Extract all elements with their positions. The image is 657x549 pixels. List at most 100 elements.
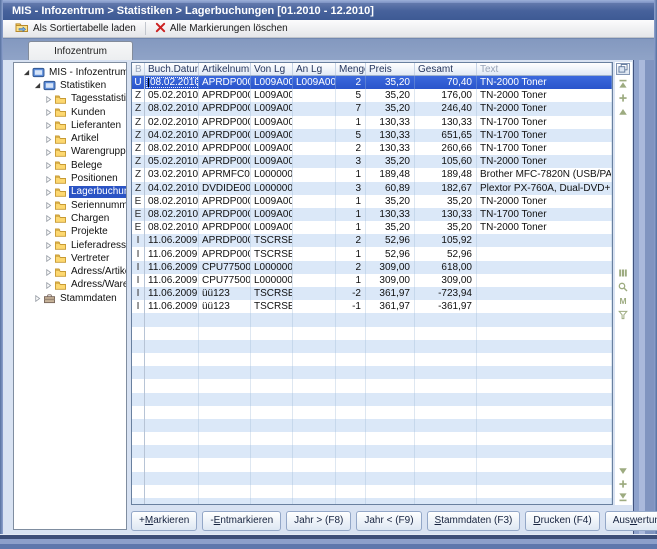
cell-menge[interactable]: 1	[336, 221, 366, 234]
cell-b[interactable]: I	[132, 234, 145, 247]
cell-artikel[interactable]: APRDP00001	[199, 102, 251, 115]
cell-artikel[interactable]: APRDP00001	[199, 195, 251, 208]
cell-an[interactable]: L009A002	[293, 76, 336, 89]
cell-preis[interactable]: 35,20	[366, 221, 415, 234]
cell-preis[interactable]: 35,20	[366, 195, 415, 208]
cell-an[interactable]	[293, 261, 336, 274]
cell-an[interactable]	[293, 247, 336, 260]
cell-datum[interactable]: 11.06.2009 /Do	[145, 274, 199, 287]
cell-preis[interactable]: 35,20	[366, 155, 415, 168]
tree-item-lieferadressen[interactable]: Lieferadressen	[14, 239, 126, 252]
cell-datum[interactable]: 08.02.2010 /Mo	[145, 221, 199, 234]
cell-text[interactable]	[477, 287, 612, 300]
expand-arrow-closed-icon[interactable]	[33, 295, 42, 302]
cell-datum[interactable]: 11.06.2009 /Do	[145, 261, 199, 274]
cell-text[interactable]: TN-2000 Toner	[477, 155, 612, 168]
cell-b[interactable]: I	[132, 274, 145, 287]
cell-gesamt[interactable]: 130,33	[415, 208, 477, 221]
cell-von[interactable]: L009A002	[251, 195, 293, 208]
table-row[interactable]: E08.02.2010 /MoAPRDP00002L009A0011130,33…	[132, 208, 612, 221]
tree-item-adress-artikel[interactable]: Adress/Artikel	[14, 265, 126, 278]
table-row[interactable]: E08.02.2010 /MoAPRDP00003L009A002135,203…	[132, 221, 612, 234]
cell-gesamt[interactable]: 651,65	[415, 129, 477, 142]
cell-menge[interactable]: 5	[336, 129, 366, 142]
cell-gesamt[interactable]: 105,92	[415, 234, 477, 247]
cell-text[interactable]: Plextor PX-760A, Dual-DVD+R/-+RW, 18/18x…	[477, 182, 612, 195]
cell-text[interactable]	[477, 261, 612, 274]
markieren-button[interactable]: + Markieren	[131, 511, 197, 531]
cell-preis[interactable]: 130,33	[366, 208, 415, 221]
entmarkieren-button[interactable]: - Entmarkieren	[202, 511, 281, 531]
table-row[interactable]: I11.06.2009 /DoCPU77500007L00000012309,0…	[132, 261, 612, 274]
load-sort-table-button[interactable]: Als Sortiertabelle laden	[11, 21, 140, 37]
cell-von[interactable]: L009A001	[251, 208, 293, 221]
cell-von[interactable]: L009A001	[251, 129, 293, 142]
table-row[interactable]: U08.02.2010APRDP00001L009A001L009A002235…	[132, 76, 612, 89]
table-row[interactable]: Z03.02.2010 /MiAPRMFC00001L00000011189,4…	[132, 168, 612, 181]
cell-an[interactable]	[293, 195, 336, 208]
cell-gesamt[interactable]: 309,00	[415, 274, 477, 287]
cell-menge[interactable]: 1	[336, 274, 366, 287]
cell-text[interactable]: TN-1700 Toner	[477, 208, 612, 221]
cell-preis[interactable]: 309,00	[366, 261, 415, 274]
cell-datum[interactable]: 11.06.2009 /Do	[145, 300, 199, 313]
tree-item-adress-warengruppen[interactable]: Adress/Warengruppen	[14, 279, 126, 292]
cell-text[interactable]: TN-2000 Toner	[477, 76, 612, 89]
cell-artikel[interactable]: APRDP00002	[199, 129, 251, 142]
cell-datum[interactable]: 05.02.2010 /Fr	[145, 89, 199, 102]
cell-menge[interactable]: 3	[336, 182, 366, 195]
cell-menge[interactable]: 2	[336, 76, 366, 89]
cell-datum[interactable]: 11.06.2009 /Do	[145, 247, 199, 260]
tree-item-kunden[interactable]: Kunden	[14, 106, 126, 119]
cell-an[interactable]	[293, 208, 336, 221]
cell-menge[interactable]: 2	[336, 234, 366, 247]
cell-preis[interactable]: 60,89	[366, 182, 415, 195]
tab-infozentrum[interactable]: Infozentrum	[28, 41, 133, 60]
cell-artikel[interactable]: APRDP00002	[199, 208, 251, 221]
cell-preis[interactable]: 52,96	[366, 234, 415, 247]
cell-preis[interactable]: 130,33	[366, 129, 415, 142]
marked-rows-icon[interactable]: M	[618, 296, 628, 306]
grid-corner-button[interactable]	[616, 63, 630, 75]
cell-datum[interactable]: 03.02.2010 /Mi	[145, 168, 199, 181]
cell-menge[interactable]: 1	[336, 168, 366, 181]
cell-b[interactable]: E	[132, 195, 145, 208]
tree-item-chargen[interactable]: Chargen	[14, 212, 126, 225]
expand-arrow-closed-icon[interactable]	[44, 202, 53, 209]
cell-menge[interactable]: 5	[336, 89, 366, 102]
cell-b[interactable]: E	[132, 208, 145, 221]
table-row[interactable]: I11.06.2009 /DoCPU77500007L00000011309,0…	[132, 274, 612, 287]
cell-artikel[interactable]: APRDP00002	[199, 142, 251, 155]
cell-von[interactable]: TSCRSE02	[251, 234, 293, 247]
column-header-artikelnummer[interactable]: Artikelnummer	[199, 63, 251, 75]
cell-menge[interactable]: -2	[336, 287, 366, 300]
tree-item-lagerbuchungen[interactable]: Lagerbuchungen	[14, 186, 126, 199]
cell-b[interactable]: Z	[132, 89, 145, 102]
cell-an[interactable]	[293, 221, 336, 234]
cell-text[interactable]: TN-2000 Toner	[477, 102, 612, 115]
cell-b[interactable]: Z	[132, 116, 145, 129]
scroll-bottom-icon[interactable]	[618, 492, 628, 502]
jahr-f9-button[interactable]: Jahr < (F9)	[356, 511, 421, 531]
table-row[interactable]: I11.06.2009 /DoAPRDP00004TSCRSE02252,961…	[132, 234, 612, 247]
cell-datum[interactable]: 11.06.2009 /Do	[145, 287, 199, 300]
cell-artikel[interactable]: APRDP00003	[199, 155, 251, 168]
cell-artikel[interactable]: APRDP00004	[199, 247, 251, 260]
cell-von[interactable]: L009A002	[251, 89, 293, 102]
cell-an[interactable]	[293, 182, 336, 195]
cell-von[interactable]: L0000001	[251, 261, 293, 274]
cell-artikel[interactable]: APRMFC00001	[199, 168, 251, 181]
cell-an[interactable]	[293, 116, 336, 129]
table-row[interactable]: Z08.02.2010 /MoAPRDP00002L009A0012130,33…	[132, 142, 612, 155]
cell-text[interactable]: TN-1700 Toner	[477, 142, 612, 155]
expand-arrow-open-icon[interactable]	[22, 69, 31, 76]
cell-preis[interactable]: 361,97	[366, 300, 415, 313]
cell-gesamt[interactable]: 260,66	[415, 142, 477, 155]
column-header-buch-datum[interactable]: Buch.Datum	[145, 63, 199, 75]
cell-an[interactable]	[293, 287, 336, 300]
cell-an[interactable]	[293, 102, 336, 115]
cell-artikel[interactable]: APRDP00004	[199, 234, 251, 247]
tree-item-tagesstatistik[interactable]: Tagesstatistik	[14, 93, 126, 106]
table-row[interactable]: I11.06.2009 /Doüü123TSCRSE03-2361,97-723…	[132, 287, 612, 300]
table-row[interactable]: I11.06.2009 /Doüü123TSCRSE03-1361,97-361…	[132, 300, 612, 313]
